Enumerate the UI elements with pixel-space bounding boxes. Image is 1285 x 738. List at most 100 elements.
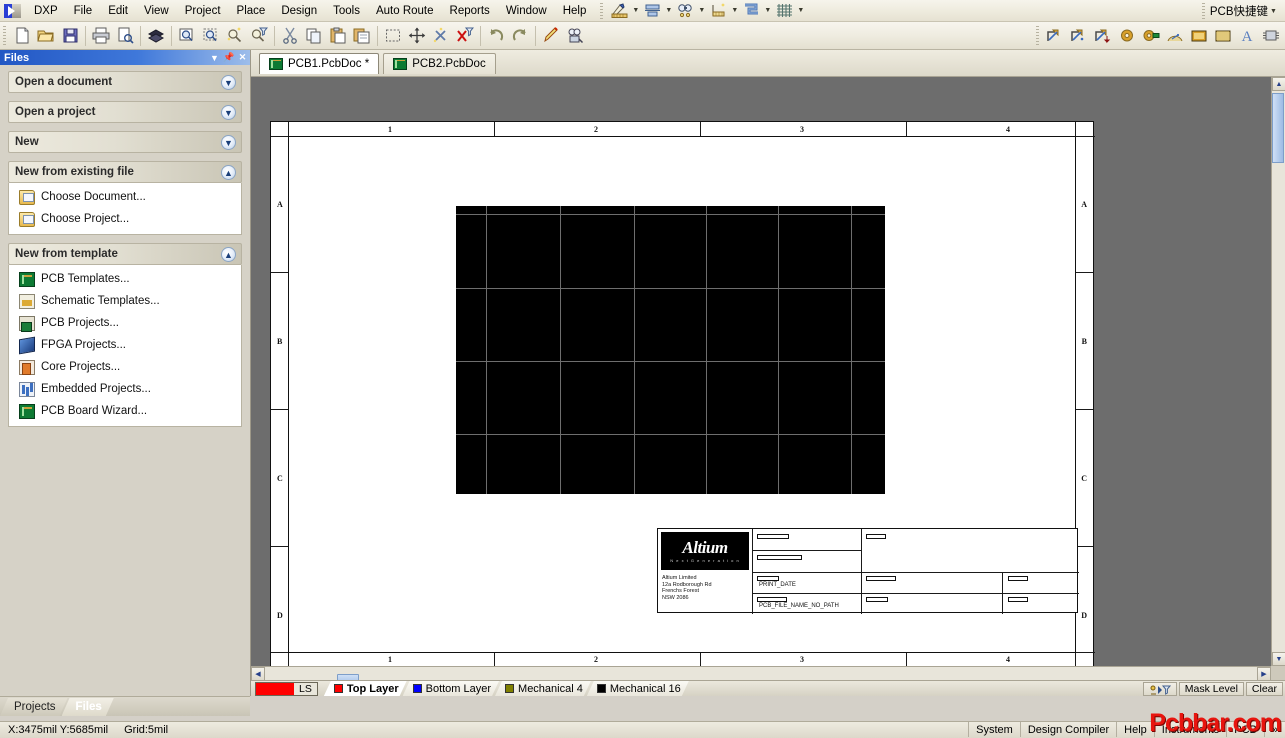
horizontal-scrollbar[interactable]: ◀ ▶ — [251, 666, 1271, 686]
files-group-header-new-from-existing-file[interactable]: New from existing file ▲ — [8, 161, 242, 183]
deselect-all-icon[interactable] — [429, 24, 453, 48]
pcb-shortcut-label[interactable]: PCB快捷键 — [1210, 3, 1268, 19]
panel-tab-files[interactable]: Files — [62, 698, 114, 716]
highlight-icon[interactable] — [539, 24, 563, 48]
layer-stack-icon[interactable] — [144, 24, 168, 48]
panel-tab-projects[interactable]: Projects — [0, 698, 68, 716]
clear-button[interactable]: Clear — [1245, 682, 1283, 696]
menu-edit[interactable]: Edit — [100, 2, 136, 20]
grid-dropdown-icon[interactable]: ▼ — [795, 1, 806, 20]
align-dropdown-icon[interactable]: ▼ — [663, 1, 674, 20]
chevron-down-icon[interactable]: ▼ — [221, 75, 236, 90]
align-icon[interactable] — [641, 1, 663, 20]
menu-place[interactable]: Place — [229, 2, 274, 20]
menu-design[interactable]: Design — [273, 2, 325, 20]
menu-help[interactable]: Help — [555, 2, 595, 20]
files-item-schematic-templates[interactable]: Schematic Templates... — [9, 290, 241, 312]
place-interactive-route-icon[interactable] — [1091, 24, 1115, 48]
mask-filter-icon[interactable] — [1142, 682, 1177, 696]
draw-tools-icon[interactable] — [608, 1, 630, 20]
layer-sets-button[interactable]: LS — [255, 681, 318, 696]
doc-tab-pcb2[interactable]: PCB2.PcbDoc — [383, 52, 496, 74]
layer-tab-top-layer[interactable]: Top Layer — [324, 681, 407, 696]
grid-icon[interactable] — [773, 1, 795, 20]
dimension-icon[interactable] — [707, 1, 729, 20]
open-document-icon[interactable] — [34, 24, 58, 48]
select-area-icon[interactable] — [381, 24, 405, 48]
place-via-icon[interactable] — [1139, 24, 1163, 48]
layer-tab-bottom-layer[interactable]: Bottom Layer — [403, 681, 499, 696]
move-icon[interactable] — [405, 24, 429, 48]
new-document-icon[interactable] — [10, 24, 34, 48]
place-pad-icon[interactable] — [1115, 24, 1139, 48]
dimension-dropdown-icon[interactable]: ▼ — [729, 1, 740, 20]
place-toolbar-grip[interactable] — [1036, 25, 1039, 46]
scroll-up-button[interactable]: ▲ — [1272, 77, 1285, 91]
files-item-pcb-templates[interactable]: PCB Templates... — [9, 268, 241, 290]
files-item-choose-project[interactable]: Choose Project... — [9, 208, 241, 230]
copy-icon[interactable] — [302, 24, 326, 48]
files-item-pcb-board-wizard[interactable]: PCB Board Wizard... — [9, 400, 241, 422]
toolbar-grip[interactable] — [3, 25, 6, 46]
layer-tab-mechanical-16[interactable]: Mechanical 16 — [587, 681, 689, 696]
draw-tools-dropdown-icon[interactable]: ▼ — [630, 1, 641, 20]
place-component-icon[interactable] — [1259, 24, 1283, 48]
place-line-icon[interactable] — [1067, 24, 1091, 48]
chevron-down-icon[interactable]: ▼ — [221, 135, 236, 150]
files-group-header-open-a-document[interactable]: Open a document ▼ — [8, 71, 242, 93]
files-group-header-new-from-template[interactable]: New from template ▲ — [8, 243, 242, 265]
layer-tab-mechanical-4[interactable]: Mechanical 4 — [495, 681, 591, 696]
menu-dxp[interactable]: DXP — [26, 2, 66, 20]
cut-icon[interactable] — [278, 24, 302, 48]
scroll-right-button[interactable]: ▶ — [1257, 666, 1271, 681]
menu-reports[interactable]: Reports — [442, 2, 498, 20]
dropdown-icon[interactable]: ▼ — [209, 53, 220, 63]
files-item-core-projects[interactable]: Core Projects... — [9, 356, 241, 378]
scroll-left-button[interactable]: ◀ — [251, 666, 265, 681]
redo-icon[interactable] — [508, 24, 532, 48]
route-icon[interactable] — [740, 1, 762, 20]
chevron-up-icon[interactable]: ▲ — [221, 247, 236, 262]
print-icon[interactable] — [89, 24, 113, 48]
menu-file[interactable]: File — [66, 2, 101, 20]
scroll-down-button[interactable]: ▼ — [1272, 652, 1285, 666]
doc-tab-pcb1[interactable]: PCB1.PcbDoc * — [259, 52, 380, 74]
status-help[interactable]: Help — [1116, 722, 1154, 737]
vertical-scrollbar[interactable]: ▲ ▼ — [1271, 77, 1285, 666]
place-fill-icon[interactable] — [1187, 24, 1211, 48]
paste-icon[interactable] — [326, 24, 350, 48]
pcb-canvas[interactable]: 1 2 3 4 1 2 3 4 A B C D A B C D Altium N… — [251, 77, 1271, 666]
undo-icon[interactable] — [484, 24, 508, 48]
save-icon[interactable] — [58, 24, 82, 48]
paste-special-icon[interactable] — [350, 24, 374, 48]
pcb-shortcut-dropdown-icon[interactable]: ▼ — [1268, 2, 1279, 21]
pcb-shortcut-grip[interactable] — [1201, 3, 1205, 19]
status-design-compiler[interactable]: Design Compiler — [1019, 722, 1116, 737]
zoom-document-icon[interactable] — [175, 24, 199, 48]
pin-icon[interactable]: 📌 — [223, 52, 234, 63]
chevron-up-icon[interactable]: ▲ — [221, 165, 236, 180]
vertical-scroll-thumb[interactable] — [1272, 93, 1284, 163]
menu-project[interactable]: Project — [177, 2, 229, 20]
find-icon[interactable] — [674, 1, 696, 20]
files-item-fpga-projects[interactable]: FPGA Projects... — [9, 334, 241, 356]
zoom-selected-icon[interactable] — [223, 24, 247, 48]
menu-tools[interactable]: Tools — [325, 2, 368, 20]
zoom-filtered-icon[interactable] — [247, 24, 271, 48]
menubar-toolbar-grip[interactable] — [600, 2, 604, 19]
browse-components-icon[interactable] — [563, 24, 587, 48]
place-arc-icon[interactable] — [1163, 24, 1187, 48]
find-dropdown-icon[interactable]: ▼ — [696, 1, 707, 20]
chevron-down-icon[interactable]: ▼ — [221, 105, 236, 120]
pcb-board-outline[interactable] — [456, 206, 885, 494]
files-item-embedded-projects[interactable]: Embedded Projects... — [9, 378, 241, 400]
files-item-pcb-projects[interactable]: PCB Projects... — [9, 312, 241, 334]
place-track-icon[interactable] — [1043, 24, 1067, 48]
clear-filter-icon[interactable] — [453, 24, 477, 48]
menu-window[interactable]: Window — [498, 2, 555, 20]
files-item-choose-document[interactable]: Choose Document... — [9, 186, 241, 208]
files-group-header-open-a-project[interactable]: Open a project ▼ — [8, 101, 242, 123]
status-system[interactable]: System — [968, 722, 1020, 737]
route-dropdown-icon[interactable]: ▼ — [762, 1, 773, 20]
menu-auto-route[interactable]: Auto Route — [368, 2, 442, 20]
